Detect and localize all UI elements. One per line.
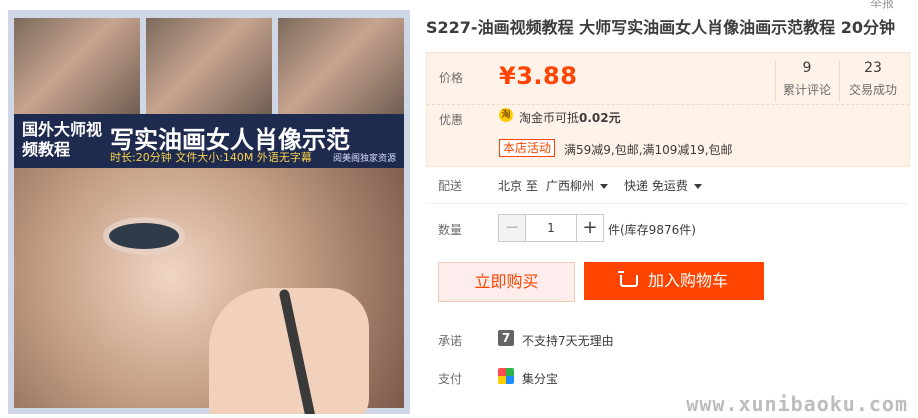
thumbnail-2 xyxy=(146,18,272,118)
stat-divider-2 xyxy=(839,60,840,102)
image-banner: 国外大师视频教程 写实油画女人肖像示范 时长:20分钟 文件大小:140M 外语… xyxy=(14,114,404,168)
report-link[interactable]: 举报 xyxy=(870,0,894,11)
eye-shape xyxy=(109,223,179,249)
coin-discount-amount: 0.02元 xyxy=(579,111,621,125)
increase-quantity-button[interactable]: + xyxy=(576,215,603,241)
promise-label: 承诺 xyxy=(438,334,463,348)
quantity-stepper: − + xyxy=(498,214,604,242)
product-image: 国外大师视频教程 写实油画女人肖像示范 时长:20分钟 文件大小:140M 外语… xyxy=(8,10,410,414)
payment-text[interactable]: 集分宝 xyxy=(522,370,558,387)
banner-subline: 时长:20分钟 文件大小:140M 外语无字幕 xyxy=(110,151,312,164)
jifenbao-icon xyxy=(498,368,514,384)
payment-row: 支付 集分宝 xyxy=(426,364,908,390)
quantity-label: 数量 xyxy=(438,223,463,237)
decrease-quantity-button[interactable]: − xyxy=(499,215,526,241)
add-to-cart-button[interactable]: 加入购物车 xyxy=(584,262,764,300)
taobao-coin-icon: 淘 xyxy=(499,108,513,122)
price-panel: 价格 ¥3.88 9 累计评论 23 交易成功 优惠 淘 淘金币可抵0.02元 … xyxy=(426,52,910,167)
coin-discount-prefix: 淘金币可抵 xyxy=(519,111,580,125)
reviews-label[interactable]: 累计评论 xyxy=(775,81,839,98)
sales-count: 23 xyxy=(864,60,882,76)
sales-label[interactable]: 交易成功 xyxy=(841,81,905,98)
buy-now-button[interactable]: 立即购买 xyxy=(438,262,575,302)
discount-label: 优惠 xyxy=(439,113,464,127)
shipping-from: 北京 至 xyxy=(498,179,538,193)
store-activity-text: 满59减9,包邮,满109减19,包邮 xyxy=(564,143,733,157)
no-return-icon: 7 xyxy=(498,330,514,346)
price-value: ¥3.88 xyxy=(499,62,578,90)
quantity-input[interactable] xyxy=(526,215,576,241)
thumbnail-3 xyxy=(278,18,404,118)
image-main xyxy=(14,168,404,414)
stock-text: 件(库存9876件) xyxy=(608,223,696,237)
shipping-row: 配送 北京 至 广西柳州 快递 免运费 xyxy=(426,170,908,200)
thumbnail-1 xyxy=(14,18,140,118)
shipping-method-select[interactable]: 快递 免运费 xyxy=(624,177,702,194)
image-top-strip xyxy=(14,18,404,118)
banner-tag: 阅美阁独家资源 xyxy=(332,154,396,164)
quantity-row: 数量 − + 件(库存9876件) xyxy=(426,210,908,244)
add-to-cart-label: 加入购物车 xyxy=(647,271,728,290)
shipping-destination: 广西柳州 xyxy=(546,179,595,193)
shipping-destination-select[interactable]: 广西柳州 xyxy=(546,177,609,194)
chevron-down-icon xyxy=(600,184,609,189)
shipping-label: 配送 xyxy=(438,179,463,193)
cart-icon xyxy=(617,271,638,287)
product-title: S227-油画视频教程 大师写实油画女人肖像油画示范教程 20分钟 xyxy=(426,18,895,37)
chevron-down-icon xyxy=(693,184,702,189)
payment-label: 支付 xyxy=(438,372,463,386)
store-activity-badge: 本店活动 xyxy=(499,139,556,157)
reviews-count: 9 xyxy=(802,60,812,76)
price-label: 价格 xyxy=(439,71,464,85)
promise-text[interactable]: 不支持7天无理由 xyxy=(522,332,614,349)
section-divider xyxy=(426,203,908,204)
panel-dashed-divider xyxy=(427,104,909,105)
promise-row: 承诺 7 不支持7天无理由 xyxy=(426,326,908,352)
coin-discount-text: 淘金币可抵0.02元 xyxy=(519,109,621,126)
shipping-method: 快递 免运费 xyxy=(624,179,688,193)
watermark-text: www.xunibaoku.com xyxy=(686,392,908,416)
banner-left-title: 国外大师视频教程 xyxy=(22,120,103,159)
